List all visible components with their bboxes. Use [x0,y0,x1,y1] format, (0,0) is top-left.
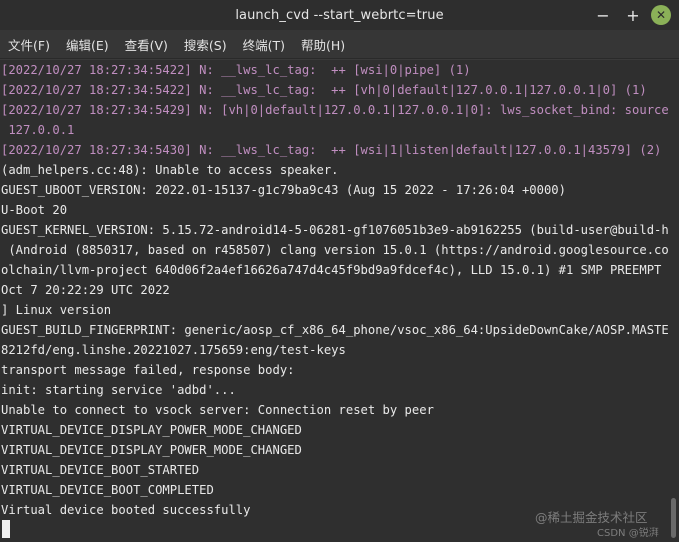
text-cursor [2,520,10,538]
terminal-output[interactable]: [2022/10/27 18:27:34:5422] N: __lws_lc_t… [0,60,668,542]
close-button[interactable]: ✕ [651,5,671,25]
maximize-icon: + [626,5,640,25]
terminal-line: VIRTUAL_DEVICE_DISPLAY_POWER_MODE_CHANGE… [1,443,302,457]
terminal-line: Oct 7 20:22:29 UTC 2022 [1,283,170,297]
scrollbar-thumb[interactable] [671,498,676,538]
terminal-line: [2022/10/27 18:27:34:5429] N: [vh|0|defa… [1,103,668,117]
terminal-line: (adm_helpers.cc:48): Unable to access sp… [1,163,339,177]
menu-edit[interactable]: 编辑(E) [60,31,115,58]
terminal-line: 127.0.0.1 [1,123,75,137]
maximize-button[interactable]: + [621,3,645,27]
terminal-line: U-Boot 20 [1,203,68,217]
terminal-line: ] Linux version [1,303,112,317]
menu-view[interactable]: 查看(V) [119,31,174,58]
terminal-line: Unable to connect to vsock server: Conne… [1,403,434,417]
terminal-line: 8212fd/eng.linshe.20221027.175659:eng/te… [1,343,346,357]
terminal-line: VIRTUAL_DEVICE_BOOT_STARTED [1,463,200,477]
terminal-line: [2022/10/27 18:27:34:5430] N: __lws_lc_t… [1,143,662,157]
terminal-line: VIRTUAL_DEVICE_BOOT_COMPLETED [1,483,214,497]
terminal-line: GUEST_BUILD_FINGERPRINT: generic/aosp_cf… [1,323,668,337]
terminal-line: init: starting service 'adbd'... [1,383,236,397]
menu-file[interactable]: 文件(F) [2,31,56,58]
window-title: launch_cvd --start_webrtc=true [235,7,444,23]
terminal-line: [2022/10/27 18:27:34:5422] N: __lws_lc_t… [1,83,647,97]
terminal-window: launch_cvd --start_webrtc=true − + ✕ 文件(… [0,0,679,542]
close-icon: ✕ [655,8,667,22]
minimize-button[interactable]: − [591,3,615,27]
watermark-csdn: CSDN @锐湃 [597,528,659,539]
terminal-line: GUEST_UBOOT_VERSION: 2022.01-15137-g1c79… [1,183,566,197]
terminal-line: VIRTUAL_DEVICE_DISPLAY_POWER_MODE_CHANGE… [1,423,302,437]
menu-bar: 文件(F) 编辑(E) 查看(V) 搜索(S) 终端(T) 帮助(H) [0,30,679,59]
terminal-line: [2022/10/27 18:27:34:5422] N: __lws_lc_t… [1,63,471,77]
menu-terminal[interactable]: 终端(T) [237,31,291,58]
minimize-icon: − [596,5,610,25]
terminal-line: olchain/llvm-project 640d06f2a4ef16626a7… [1,263,668,277]
terminal-line: GUEST_KERNEL_VERSION: 5.15.72-android14-… [1,223,668,237]
title-bar[interactable]: launch_cvd --start_webrtc=true − + ✕ [0,0,679,30]
vertical-scrollbar[interactable] [668,60,679,542]
menu-help[interactable]: 帮助(H) [295,31,351,58]
terminal-line: transport message failed, response body: [1,363,295,377]
menu-search[interactable]: 搜索(S) [178,31,233,58]
terminal-line: (Android (8850317, based on r458507) cla… [1,243,668,257]
window-controls: − + ✕ [591,3,671,27]
